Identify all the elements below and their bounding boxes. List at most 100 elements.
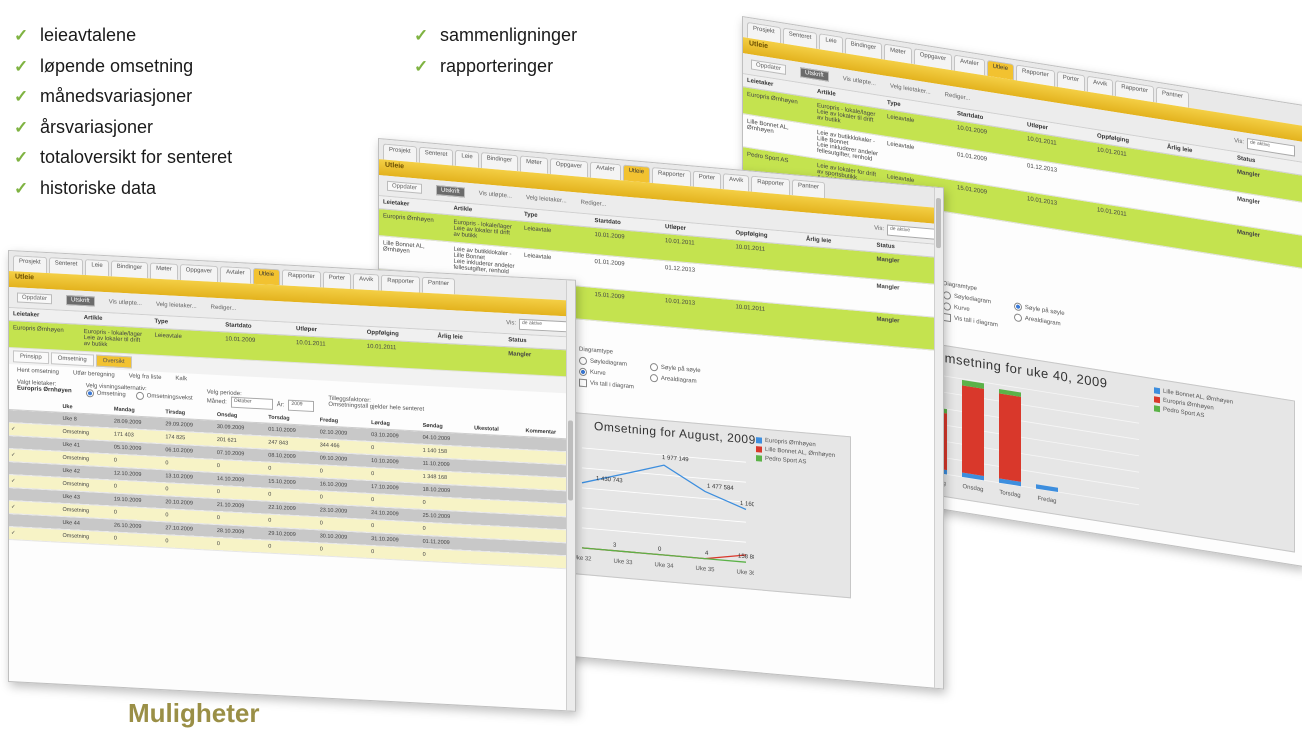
year-label: År: xyxy=(276,401,285,408)
vertical-scrollbar[interactable] xyxy=(566,280,575,711)
tab-item[interactable]: Leie xyxy=(85,259,109,277)
view-label: Vis: xyxy=(506,320,516,327)
year-select[interactable]: 2009 xyxy=(288,399,315,413)
feature-label: månedsvariasjoner xyxy=(40,86,193,106)
tab-item[interactable]: Pantner xyxy=(421,276,455,295)
scrollbar-thumb[interactable] xyxy=(936,197,941,249)
refresh-button[interactable]: Oppdater xyxy=(751,59,787,75)
feature-item: ✓ leieavtalene xyxy=(14,24,232,55)
detail-action-link[interactable]: Velg fra liste xyxy=(129,373,162,381)
view-select[interactable]: de aktive xyxy=(1247,137,1295,157)
tab-item[interactable]: Oppgaver xyxy=(549,158,589,178)
radio-icon xyxy=(579,367,587,377)
print-button[interactable]: Utskrift xyxy=(800,67,829,82)
radio-icon xyxy=(579,356,587,366)
detail-action-link[interactable]: Kalk xyxy=(175,376,187,383)
refresh-button[interactable]: Oppdater xyxy=(17,292,53,305)
choose-tenant-link[interactable]: Velg leietaker... xyxy=(890,83,931,95)
check-icon: ✓ xyxy=(14,87,29,106)
feature-item: ✓ årsvariasjoner xyxy=(14,116,232,147)
checkbox-icon xyxy=(579,378,587,388)
tab-item[interactable]: Rapporter xyxy=(381,274,420,293)
radio-stacked-bar[interactable]: Søyle på søyle xyxy=(649,362,701,375)
detail-action-link[interactable]: Hent omsetning xyxy=(17,367,59,375)
edit-link[interactable]: Rediger... xyxy=(211,305,237,312)
tab-item[interactable]: Prosjekt xyxy=(13,255,47,274)
week-cell: 0 xyxy=(214,537,267,554)
weekly-turnover-table: Uke Mandag Tirsdag Onsdag Torsdag Fredag Lørda… xyxy=(9,399,575,570)
tab-item[interactable]: Avvik xyxy=(723,173,750,192)
radio-area-chart[interactable]: Arealdiagram xyxy=(649,373,701,386)
view-select[interactable]: de aktive xyxy=(519,318,567,332)
line-chart-panel: Omsetning for August, 2009 Uke 32 Uke 33 U… xyxy=(569,411,851,599)
view-filter: Vis: de aktive xyxy=(874,223,935,240)
edit-link[interactable]: Rediger... xyxy=(945,92,971,102)
tab-item[interactable]: Senteret xyxy=(418,146,454,166)
status-cell: Mangler xyxy=(872,311,943,351)
tab-item[interactable]: Rapporter xyxy=(282,269,321,288)
edit-cell[interactable]: ✓ xyxy=(9,526,61,543)
detail-tab[interactable]: Prinsipp xyxy=(13,350,49,365)
refresh-button[interactable]: Oppdater xyxy=(387,180,423,194)
tab-item[interactable]: Avtaler xyxy=(220,266,251,284)
tab-item[interactable]: Bindinger xyxy=(110,260,149,279)
show-expired-link[interactable]: Vis utløpte... xyxy=(109,299,142,307)
print-button[interactable]: Utskrift xyxy=(436,185,465,198)
radio-label: Arealdiagram xyxy=(1024,315,1061,328)
radio-icon xyxy=(943,290,951,301)
feature-item: ✓ rapporteringer xyxy=(414,55,577,86)
tab-item[interactable]: Rapporter xyxy=(652,166,691,187)
feature-item: ✓ totaloversikt for senteret xyxy=(14,146,232,177)
choose-tenant-link[interactable]: Velg leietaker... xyxy=(156,302,197,310)
view-label: Vis: xyxy=(874,225,884,233)
show-expired-link[interactable]: Vis utløpte... xyxy=(479,191,512,200)
radio-icon xyxy=(1013,302,1022,312)
month-select[interactable]: Oktober xyxy=(230,396,273,410)
tab-item[interactable]: Oppgaver xyxy=(179,264,219,283)
detail-tab[interactable]: Oversikt xyxy=(95,354,132,369)
x-tick-label: Onsdag xyxy=(963,484,984,493)
edit-link[interactable]: Rediger... xyxy=(581,200,607,208)
tab-item[interactable]: Møter xyxy=(520,155,548,174)
tab-item[interactable]: Senteret xyxy=(48,257,84,275)
x-tick-label: Uke 32 xyxy=(574,555,592,563)
tab-item[interactable]: Møter xyxy=(150,262,178,280)
feature-label: leieavtalene xyxy=(40,25,137,45)
radio-turnover[interactable]: Omsetning xyxy=(85,389,126,399)
radio-label: Omsetningsvekst xyxy=(146,393,193,402)
show-expired-link[interactable]: Vis utløpte... xyxy=(843,76,876,87)
tab-item[interactable]: Pantner xyxy=(791,179,825,199)
tab-item[interactable]: Bindinger xyxy=(480,151,519,172)
radio-turnover-growth[interactable]: Omsetningsvekst xyxy=(135,391,193,403)
bar-chart-legend: Lille Bonnet AL, Ørnhøyen Europris Ørnhøy… xyxy=(1154,387,1233,427)
check-icon: ✓ xyxy=(414,26,429,45)
tab-item[interactable]: Avtaler xyxy=(590,161,621,181)
x-tick-label: Uke 35 xyxy=(696,566,716,574)
tab-item[interactable]: Utleie xyxy=(622,164,651,183)
vertical-scrollbar[interactable] xyxy=(934,187,943,689)
feature-label: rapporteringer xyxy=(440,55,554,76)
tab-item[interactable]: Leie xyxy=(455,149,479,168)
detail-tab[interactable]: Omsetning xyxy=(50,352,94,367)
month-label: Måned: xyxy=(206,397,227,405)
view-select[interactable]: de aktive xyxy=(887,224,935,240)
scrollbar-thumb[interactable] xyxy=(568,420,573,501)
check-icon: ✓ xyxy=(414,56,429,76)
choose-tenant-link[interactable]: Velg leietaker... xyxy=(526,195,567,205)
radio-label: Søyle på søyle xyxy=(660,364,701,375)
legend-swatch xyxy=(756,455,762,462)
tab-item[interactable]: Prosjekt xyxy=(383,143,417,163)
series-line xyxy=(582,547,747,560)
tab-item[interactable]: Porter xyxy=(322,271,352,289)
data-label: 1 477 584 xyxy=(707,484,734,492)
data-label: 1 977 149 xyxy=(662,455,689,463)
end-date-cell: 10.01.2011 xyxy=(292,335,363,367)
print-button[interactable]: Utskrift xyxy=(66,295,95,307)
tab-item[interactable]: Utleie xyxy=(252,267,281,286)
tab-item[interactable]: Rapporter xyxy=(751,175,790,196)
tab-item[interactable]: Avvik xyxy=(353,273,380,291)
tab-item[interactable]: Porter xyxy=(692,170,722,190)
detail-action-link[interactable]: Utfør beregning xyxy=(73,370,115,378)
show-values-checkbox[interactable]: Vis tall i diagram xyxy=(579,378,634,392)
gridline xyxy=(582,527,746,543)
